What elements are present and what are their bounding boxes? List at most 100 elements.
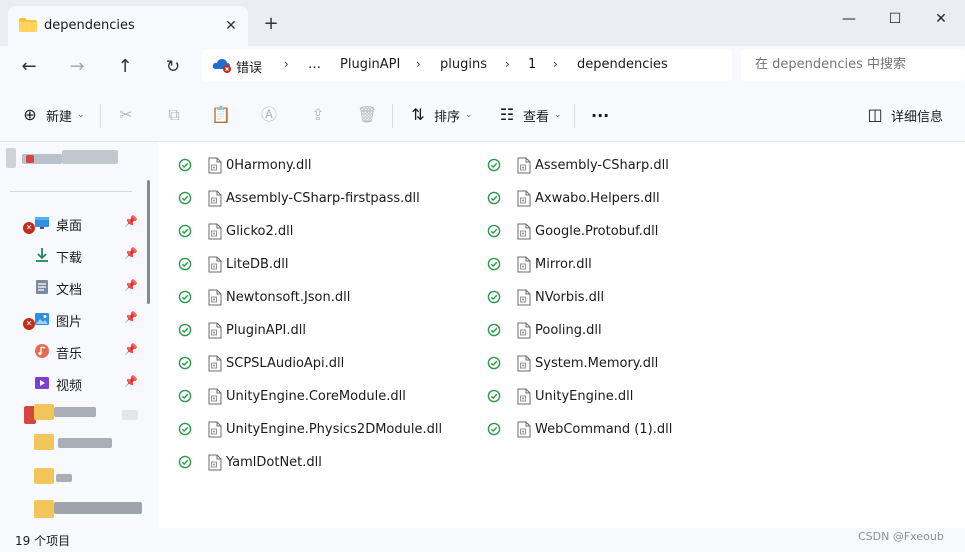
share-button[interactable]: ⇪ (308, 100, 334, 130)
file-name: UnityEngine.CoreModule.dll (226, 389, 406, 404)
rename-button[interactable]: Ⓐ (259, 100, 285, 130)
file-name: Mirror.dll (535, 257, 592, 272)
sidebar-divider (10, 191, 132, 192)
onedrive-error-icon (212, 59, 231, 73)
pin-icon[interactable]: 📌 (124, 375, 138, 388)
sidebar-item-music[interactable]: 音乐 📌 (0, 336, 146, 366)
maximize-button[interactable]: ☐ (872, 4, 918, 34)
desktop-icon (35, 217, 49, 229)
sync-status-icon (178, 323, 192, 337)
breadcrumb-overflow[interactable]: … (308, 57, 321, 72)
file-item[interactable]: PluginAPI.dll (178, 316, 458, 344)
file-item[interactable]: UnityEngine.dll (487, 382, 767, 410)
file-item[interactable]: LiteDB.dll (178, 250, 458, 278)
scissors-icon: ✂ (119, 105, 133, 124)
close-window-button[interactable]: ✕ (918, 4, 964, 34)
view-button[interactable]: ☷ 查看 ⌄ (497, 100, 562, 130)
file-name: Axwabo.Helpers.dll (535, 191, 660, 206)
sync-status-icon (178, 389, 192, 403)
file-item[interactable]: Mirror.dll (487, 250, 767, 278)
file-item[interactable]: Newtonsoft.Json.dll (178, 283, 458, 311)
chevron-right-icon[interactable]: › (553, 57, 558, 71)
file-item[interactable]: Glicko2.dll (178, 217, 458, 245)
file-item[interactable]: System.Memory.dll (487, 349, 767, 377)
sort-button[interactable]: ⇅ 排序 ⌄ (408, 100, 473, 130)
file-item[interactable]: Google.Protobuf.dll (487, 217, 767, 245)
search-box[interactable] (741, 49, 965, 81)
chevron-right-icon[interactable]: › (284, 57, 289, 71)
up-button[interactable]: ↑ (110, 52, 140, 82)
new-button[interactable]: ⊕ 新建 ⌄ (20, 100, 84, 130)
tab-dependencies[interactable]: dependencies ✕ (8, 6, 248, 46)
sidebar-item-label: 桌面 (56, 219, 83, 234)
file-name: 0Harmony.dll (226, 158, 312, 173)
tab-close-button[interactable]: ✕ (220, 15, 242, 37)
forward-button[interactable]: → (62, 52, 92, 82)
chevron-down-icon: ⌄ (465, 110, 473, 120)
sidebar-item-desktop[interactable]: ✕ 桌面 📌 (0, 208, 146, 238)
breadcrumb-plugins[interactable]: plugins (440, 57, 487, 72)
item-count: 19 个项目 (15, 534, 71, 548)
sidebar-item-videos[interactable]: 视频 📌 (0, 368, 146, 398)
grid-view-icon: ☷ (499, 105, 515, 124)
pin-icon[interactable]: 📌 (124, 215, 138, 228)
sidebar-item-downloads[interactable]: 下载 📌 (0, 240, 146, 270)
download-icon (36, 248, 48, 262)
chevron-right-icon[interactable]: › (505, 57, 510, 71)
sort-arrows-icon: ⇅ (411, 105, 425, 124)
file-item[interactable]: WebCommand (1).dll (487, 415, 767, 443)
minimize-button[interactable]: — (826, 4, 872, 34)
breadcrumb-1[interactable]: 1 (528, 57, 536, 72)
pin-icon[interactable]: 📌 (124, 343, 138, 356)
file-item[interactable]: Assembly-CSharp-firstpass.dll (178, 184, 458, 212)
file-item[interactable]: Axwabo.Helpers.dll (487, 184, 767, 212)
file-item[interactable]: SCPSLAudioApi.dll (178, 349, 458, 377)
pin-icon[interactable]: 📌 (124, 279, 138, 292)
sync-status-icon (487, 158, 501, 172)
file-name: LiteDB.dll (226, 257, 289, 272)
pin-icon[interactable]: 📌 (124, 247, 138, 260)
sidebar-item-pictures[interactable]: ✕ 图片 📌 (0, 304, 146, 334)
file-name: YamlDotNet.dll (226, 455, 322, 470)
sync-status-icon (487, 290, 501, 304)
refresh-button[interactable]: ↻ (158, 52, 188, 82)
file-name: SCPSLAudioApi.dll (226, 356, 345, 371)
file-item[interactable]: UnityEngine.CoreModule.dll (178, 382, 458, 410)
dll-file-icon (517, 289, 531, 306)
file-item[interactable]: UnityEngine.Physics2DModule.dll (178, 415, 458, 443)
copy-icon: ⧉ (168, 105, 180, 124)
sidebar-item-label: 音乐 (56, 347, 83, 362)
delete-button[interactable]: 🗑 (357, 100, 383, 130)
sync-status-icon (487, 257, 501, 271)
copy-button[interactable]: ⧉ (164, 100, 190, 130)
file-item[interactable]: Pooling.dll (487, 316, 767, 344)
sidebar-scrollbar[interactable] (147, 180, 150, 304)
blurred-item (34, 404, 54, 420)
sidebar-item-label: 视频 (56, 379, 83, 394)
dll-file-icon (208, 388, 222, 405)
search-input[interactable] (755, 57, 955, 72)
file-item[interactable]: Assembly-CSharp.dll (487, 151, 767, 179)
details-button[interactable]: ◫ 详细信息 (865, 100, 943, 130)
file-item[interactable]: NVorbis.dll (487, 283, 767, 311)
new-tab-button[interactable]: + (260, 13, 282, 35)
breadcrumb-error[interactable]: 错误 (236, 57, 262, 76)
toolbar-divider (100, 104, 101, 128)
pin-icon[interactable]: 📌 (124, 311, 138, 324)
breadcrumb-dependencies[interactable]: dependencies (577, 57, 668, 72)
address-bar[interactable]: 错误 › … PluginAPI › plugins › 1 › depende… (202, 49, 732, 81)
clipboard-icon: 📋 (211, 105, 231, 124)
more-options-button[interactable]: ··· (591, 100, 609, 130)
file-item[interactable]: YamlDotNet.dll (178, 448, 458, 476)
trash-icon: 🗑 (357, 105, 378, 124)
chevron-right-icon[interactable]: › (416, 57, 421, 71)
share-icon: ⇪ (311, 105, 325, 124)
breadcrumb-pluginapi[interactable]: PluginAPI (340, 57, 400, 72)
paste-button[interactable]: 📋 (211, 100, 237, 130)
blurred-item (62, 150, 118, 164)
file-item[interactable]: 0Harmony.dll (178, 151, 458, 179)
cut-button[interactable]: ✂ (116, 100, 142, 130)
sidebar-item-documents[interactable]: 文档 📌 (0, 272, 146, 302)
back-button[interactable]: ← (14, 52, 44, 82)
sync-status-icon (487, 224, 501, 238)
